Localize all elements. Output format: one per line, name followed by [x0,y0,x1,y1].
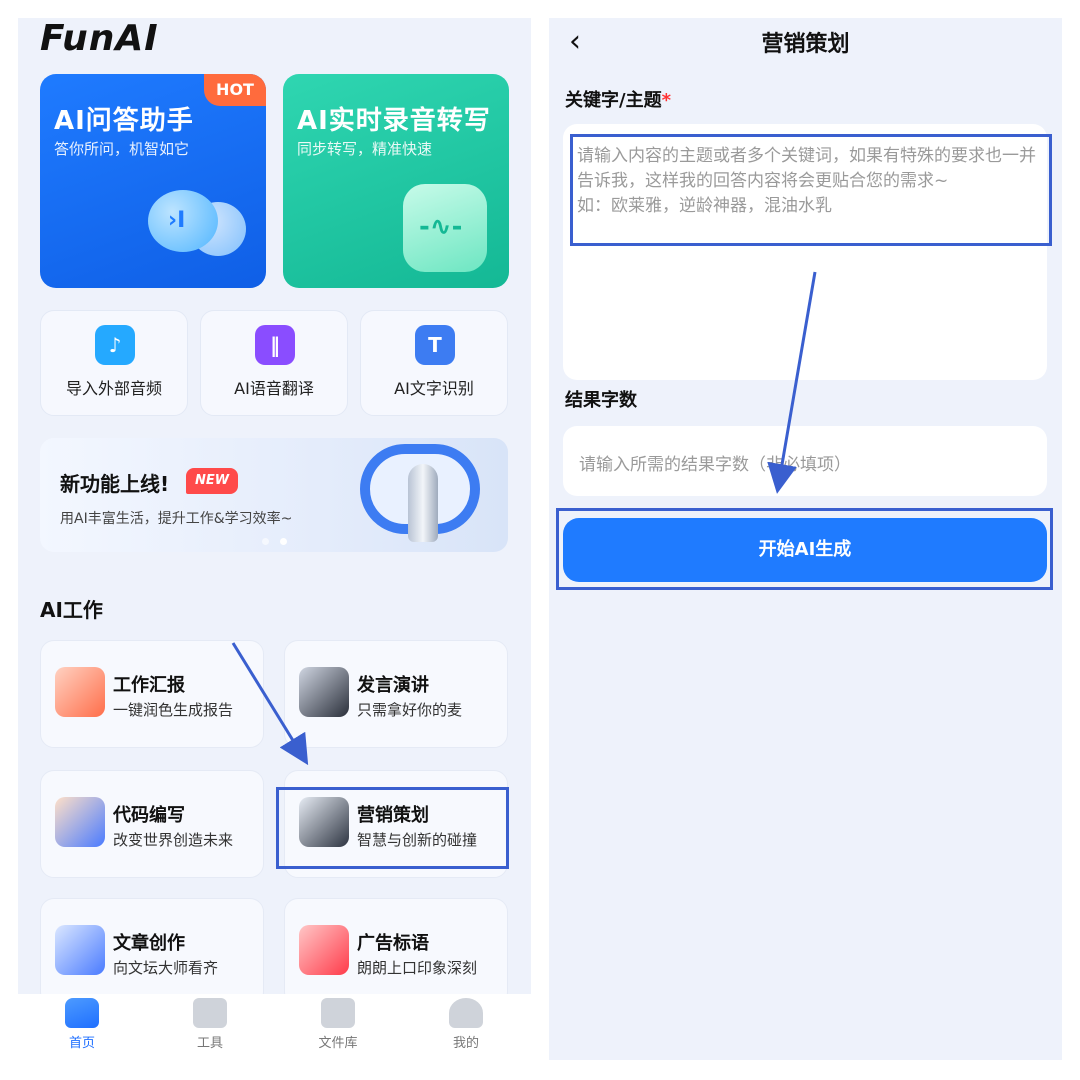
ai-transcribe-title: AI实时录音转写 [297,106,491,136]
carousel-dot[interactable] [262,538,269,545]
work-report-title: 工作汇报 [113,675,185,696]
article-writing-desc: 向文坛大师看齐 [113,959,219,977]
grid-icon [321,998,355,1028]
document-pen-icon [55,925,105,975]
tools-icon [193,998,227,1028]
result-count-label: 结果字数 [565,390,637,411]
code-writing-card[interactable]: 代码编写 改变世界创造未来 [40,770,264,878]
marketing-plan-desc: 智慧与创新的碰撞 [357,831,478,849]
keyword-label-text: 关键字/主题 [565,90,662,111]
new-feature-banner[interactable]: 新功能上线! NEW 用AI丰富生活，提升工作&学习效率~ [40,438,508,552]
marketing-plan-title: 营销策划 [357,805,429,826]
hot-badge: HOT [204,74,266,106]
tab-profile[interactable]: 我的 [426,998,506,1051]
rocket-icon [408,464,438,542]
tab-files[interactable]: 文件库 [298,998,378,1051]
recorder-icon: -∿- [403,184,487,272]
keyword-textarea[interactable]: 请输入内容的主题或者多个关键词，如果有特殊的要求也一并告诉我，这样我的回答内容将… [563,124,1047,380]
article-writing-card[interactable]: 文章创作 向文坛大师看齐 [40,898,264,1006]
home-screen: FunAI AI问答助手 答你所问，机智如它 HOT ›I AI实时录音转写 同… [18,18,531,1060]
ai-transcribe-card[interactable]: AI实时录音转写 同步转写，精准快速 -∿- [283,74,509,288]
home-icon [65,998,99,1028]
user-icon [449,998,483,1028]
ad-slogan-card[interactable]: 广告标语 朗朗上口印象深刻 [284,898,508,1006]
work-report-card[interactable]: 工作汇报 一键润色生成报告 [40,640,264,748]
carousel-dot-active[interactable] [280,538,287,545]
code-writing-desc: 改变世界创造未来 [113,831,234,849]
speech-title: 发言演讲 [357,675,429,696]
ad-slogan-title: 广告标语 [357,933,429,954]
keyword-placeholder: 请输入内容的主题或者多个关键词，如果有特殊的要求也一并告诉我，这样我的回答内容将… [577,146,1036,216]
bottom-tab-bar: 首页 工具 文件库 我的 [18,994,531,1060]
tab-home-label: 首页 [68,1036,95,1051]
result-count-input[interactable]: 请输入所需的结果字数（非必填项） [563,426,1047,496]
ai-transcribe-subtitle: 同步转写，精准快速 [297,140,433,158]
section-title-ai-work: AI工作 [40,598,103,622]
tab-tools-label: 工具 [196,1036,223,1051]
code-writing-title: 代码编写 [113,805,185,826]
tab-tools[interactable]: 工具 [170,998,250,1051]
audio-wave-icon: ‖ [255,325,295,365]
import-audio-button[interactable]: ♪ 导入外部音频 [40,310,188,416]
speech-card[interactable]: 发言演讲 只需拿好你的麦 [284,640,508,748]
work-report-desc: 一键润色生成报告 [113,701,234,719]
text-ocr-button[interactable]: T AI文字识别 [360,310,508,416]
ai-qa-title: AI问答助手 [54,106,194,136]
marketing-plan-screen: ‹ 营销策划 关键字/主题* 请输入内容的主题或者多个关键词，如果有特殊的要求也… [549,18,1062,1060]
code-pen-icon [55,797,105,847]
voice-translate-label: AI语音翻译 [234,379,314,398]
page-title: 营销策划 [761,32,850,57]
tab-files-label: 文件库 [318,1036,358,1051]
tab-home[interactable]: 首页 [42,998,122,1051]
report-chart-icon [55,667,105,717]
voice-translate-button[interactable]: ‖ AI语音翻译 [200,310,348,416]
result-count-placeholder: 请输入所需的结果字数（非必填项） [579,455,851,475]
import-audio-label: 导入外部音频 [65,379,162,398]
music-note-icon: ♪ [95,325,135,365]
new-badge: NEW [186,468,238,494]
monitor-chart-icon [299,797,349,847]
megaphone-icon [299,925,349,975]
chat-bubble-icon: ›I [148,190,218,252]
text-scan-icon: T [415,325,455,365]
ai-qa-card[interactable]: AI问答助手 答你所问，机智如它 HOT ›I [40,74,266,288]
keyword-label: 关键字/主题* [565,86,671,112]
generate-button[interactable]: 开始AI生成 [563,518,1047,582]
microphone-icon [299,667,349,717]
marketing-plan-card[interactable]: 营销策划 智慧与创新的碰撞 [284,770,508,878]
ad-slogan-desc: 朗朗上口印象深刻 [357,959,478,977]
tab-profile-label: 我的 [452,1036,479,1051]
banner-description: 用AI丰富生活，提升工作&学习效率~ [60,511,293,527]
app-logo: FunAI [40,18,159,59]
ai-qa-subtitle: 答你所问，机智如它 [54,140,190,158]
banner-title: 新功能上线! [60,472,170,496]
article-writing-title: 文章创作 [113,933,185,954]
text-ocr-label: AI文字识别 [394,379,474,398]
speech-desc: 只需拿好你的麦 [357,701,463,719]
required-mark: * [661,90,671,111]
